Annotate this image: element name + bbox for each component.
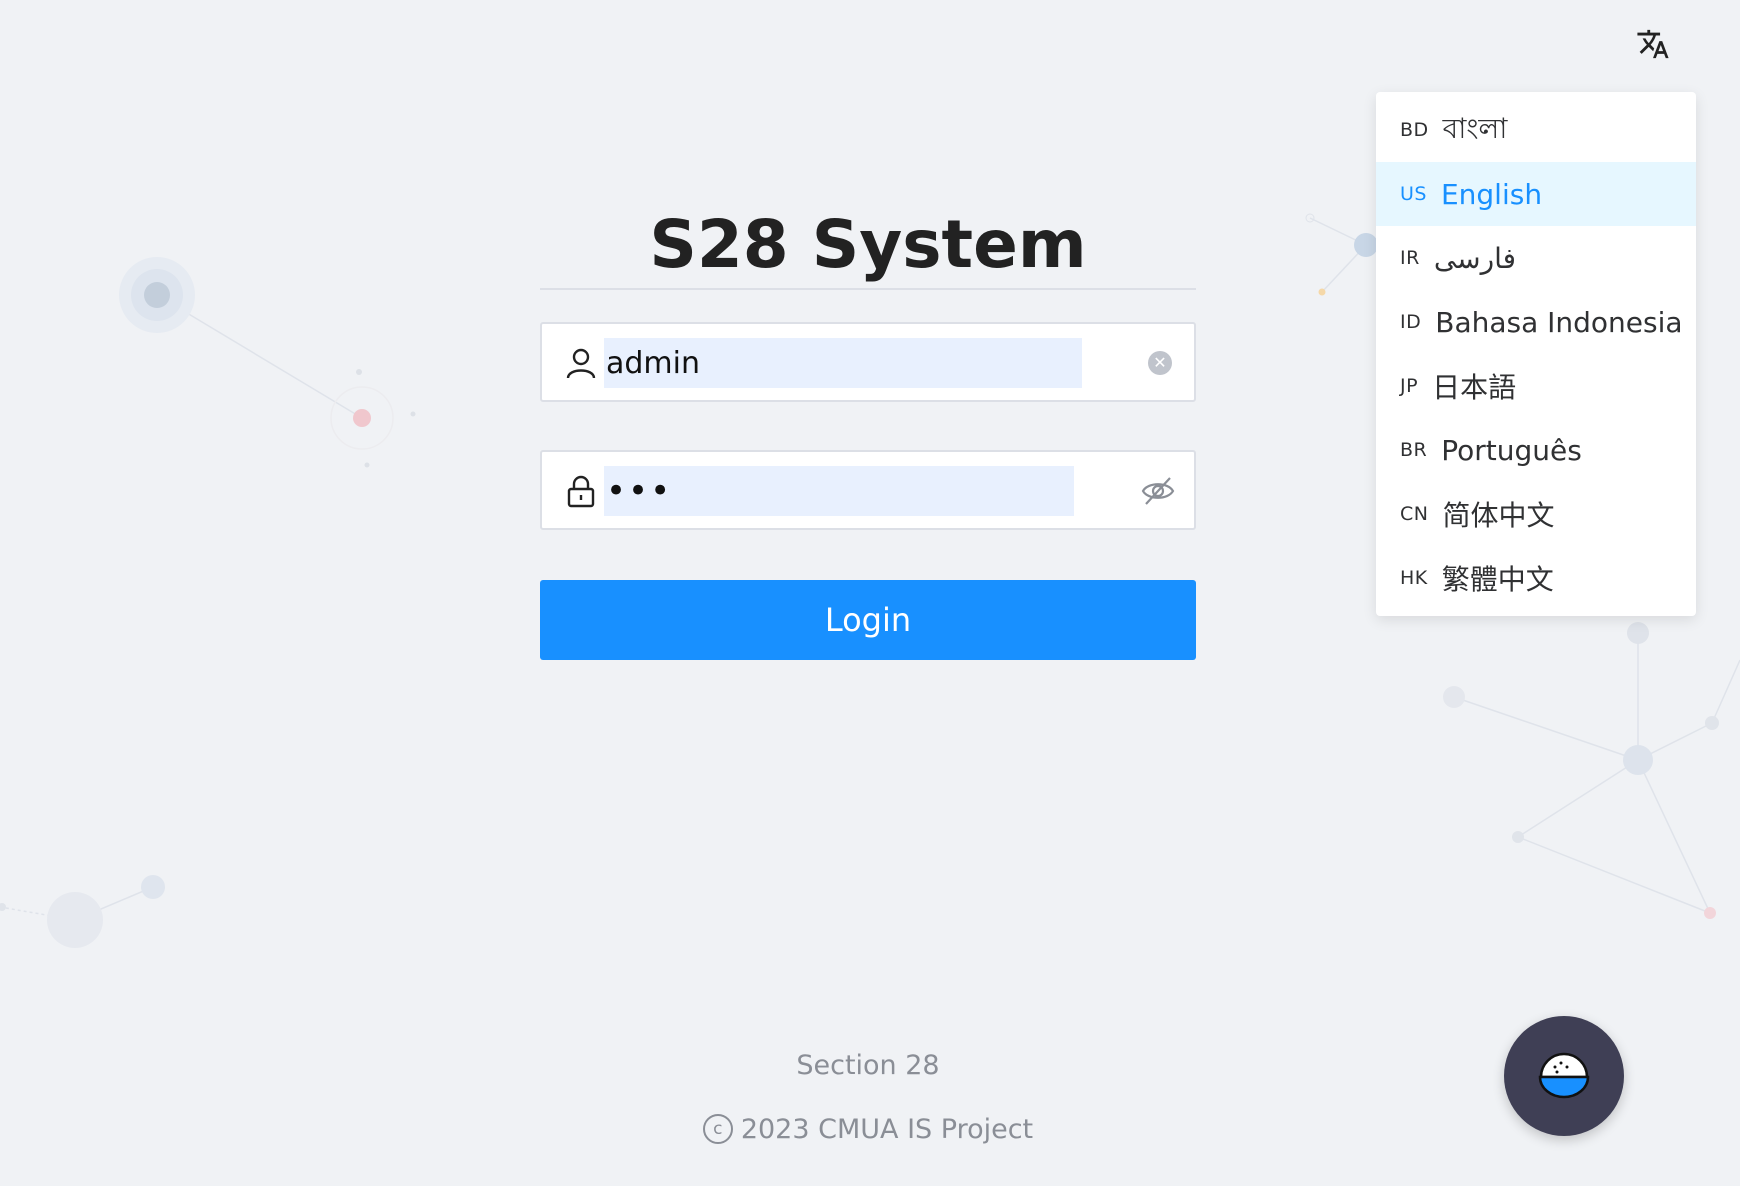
language-option-traditional-chinese[interactable]: HK 繁體中文 [1376,546,1696,610]
language-option-portuguese[interactable]: BR Português [1376,418,1696,482]
copyright-text: 2023 CMUA IS Project [740,1113,1034,1145]
language-code: US [1400,183,1427,205]
language-code: BR [1400,439,1428,461]
language-label: Bahasa Indonesia [1435,305,1683,339]
language-option-japanese[interactable]: JP 日本語 [1376,354,1696,418]
language-label: 日本語 [1432,371,1517,404]
language-label: 简体中文 [1442,499,1555,532]
language-label: English [1440,177,1543,211]
language-code: CN [1400,503,1429,525]
language-code: BD [1400,119,1429,141]
page-title: S28 System [540,212,1196,290]
translate-icon [1637,29,1669,59]
login-button[interactable]: Login [540,580,1196,660]
eye-off-icon[interactable] [1140,474,1176,508]
language-dropdown-menu: BD বাংলা US English IR فارسی ID Bahasa I… [1376,92,1696,616]
floating-action-button[interactable] [1504,1016,1624,1136]
language-option-english[interactable]: US English [1376,162,1696,226]
username-field: ✕ [540,322,1196,402]
lock-icon [567,475,595,508]
language-code: IR [1400,247,1420,269]
user-icon [566,348,596,379]
password-field [540,450,1196,530]
rice-bowl-icon [1538,1052,1590,1099]
language-option-indonesian[interactable]: ID Bahasa Indonesia [1376,290,1696,354]
language-code: HK [1400,567,1428,589]
password-input[interactable] [604,466,1074,516]
username-input[interactable] [604,338,1082,388]
language-toggle-button[interactable] [1630,22,1676,66]
language-label: বাংলা [1442,111,1508,145]
footer-section-text: Section 28 [796,1050,940,1081]
copyright-icon: c [702,1114,733,1144]
language-label: 繁體中文 [1441,563,1554,596]
clear-icon[interactable]: ✕ [1148,351,1172,375]
language-label: Português [1441,433,1582,467]
footer-copyright: c 2023 CMUA IS Project [540,1110,1196,1145]
language-label: فارسی [1433,241,1517,275]
language-option-simplified-chinese[interactable]: CN 简体中文 [1376,482,1696,546]
language-option-persian[interactable]: IR فارسی [1376,226,1696,290]
language-code: JP [1400,375,1419,397]
language-option-bengali[interactable]: BD বাংলা [1376,98,1696,162]
language-code: ID [1400,311,1422,333]
